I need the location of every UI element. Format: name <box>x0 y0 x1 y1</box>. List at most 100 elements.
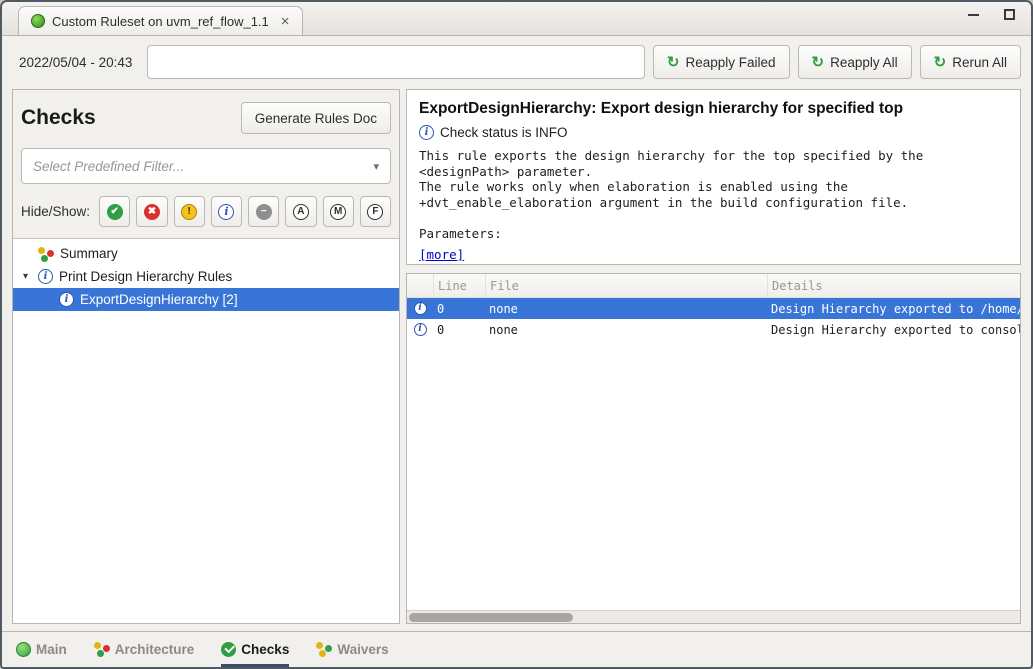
parameters-label: Parameters: <box>419 226 1008 241</box>
tab-architecture[interactable]: Architecture <box>94 632 195 667</box>
info-icon: i <box>59 292 74 307</box>
reapply-failed-button[interactable]: ↻ Reapply Failed <box>653 45 790 79</box>
hide-show-row: Hide/Show: ✔ ✖ ! i − A M F <box>13 196 399 238</box>
tree-item-exportdesignhierarchy[interactable]: i ExportDesignHierarchy [2] <box>13 288 399 311</box>
summary-icon <box>38 246 54 262</box>
check-status-row: i Check status is INFO <box>419 125 1008 140</box>
info-icon: i <box>38 269 53 284</box>
tab-label: Main <box>36 642 67 657</box>
filter-placeholder: Select Predefined Filter... <box>33 159 184 174</box>
rerun-icon: ↻ <box>934 55 947 70</box>
reapply-all-label: Reapply All <box>830 55 898 70</box>
tab-label: Waivers <box>337 642 388 657</box>
cell-details: Design Hierarchy exported to /home/a <box>767 302 1020 316</box>
window-title: Custom Ruleset on uvm_ref_flow_1.1 <box>52 14 269 29</box>
toggle-passed-button[interactable]: ✔ <box>99 196 130 227</box>
f-icon: F <box>367 204 383 220</box>
cell-file: none <box>485 302 767 316</box>
tree-item-label: Print Design Hierarchy Rules <box>59 269 232 284</box>
info-icon: i <box>218 204 234 220</box>
minimize-button[interactable] <box>963 5 983 25</box>
chevron-down-icon: ▾ <box>373 160 379 173</box>
results-table: Line File Details i 0 none Design Hierar… <box>406 273 1021 624</box>
table-row[interactable]: i 0 none Design Hierarchy exported to co… <box>407 319 1020 340</box>
cell-line: 0 <box>433 323 485 337</box>
check-description-text: This rule exports the design hierarchy f… <box>419 148 1008 211</box>
info-icon: i <box>419 125 434 140</box>
hide-show-label: Hide/Show: <box>21 204 90 219</box>
table-row[interactable]: i 0 none Design Hierarchy exported to /h… <box>407 298 1020 319</box>
main-area: Checks Generate Rules Doc Select Predefi… <box>2 86 1031 631</box>
checks-tab-icon <box>221 642 236 657</box>
checks-panel: Checks Generate Rules Doc Select Predefi… <box>12 89 400 624</box>
m-icon: M <box>330 204 346 220</box>
reapply-icon: ↻ <box>667 55 680 70</box>
failed-icon: ✖ <box>144 204 160 220</box>
tree-item-summary[interactable]: Summary <box>13 242 399 265</box>
maximize-icon <box>1004 9 1015 20</box>
checks-heading: Checks <box>21 106 96 130</box>
toggle-info-button[interactable]: i <box>211 196 242 227</box>
main-tab-icon <box>16 642 31 657</box>
tab-main[interactable]: Main <box>16 632 67 667</box>
window-controls <box>963 2 1019 35</box>
maximize-button[interactable] <box>999 5 1019 25</box>
toolbar-input[interactable] <box>147 45 645 79</box>
column-header-file[interactable]: File <box>485 274 767 297</box>
toggle-f-button[interactable]: F <box>360 196 391 227</box>
toggle-warning-button[interactable]: ! <box>174 196 205 227</box>
expander-icon[interactable]: ▾ <box>19 271 32 282</box>
column-header-line[interactable]: Line <box>433 274 485 297</box>
minimize-icon <box>968 14 979 16</box>
app-window: Custom Ruleset on uvm_ref_flow_1.1 × 202… <box>0 0 1033 669</box>
toggle-a-button[interactable]: A <box>285 196 316 227</box>
toggle-disabled-button[interactable]: − <box>248 196 279 227</box>
cell-details: Design Hierarchy exported to console <box>767 323 1020 337</box>
disabled-icon: − <box>256 204 272 220</box>
timestamp: 2022/05/04 - 20:43 <box>12 55 139 70</box>
table-header: Line File Details <box>407 274 1020 298</box>
generate-rules-doc-button[interactable]: Generate Rules Doc <box>241 102 391 134</box>
tab-label: Checks <box>241 642 289 657</box>
check-description-box: ExportDesignHierarchy: Export design hie… <box>406 89 1021 265</box>
predefined-filter-select[interactable]: Select Predefined Filter... ▾ <box>21 148 391 184</box>
info-icon: i <box>414 323 427 336</box>
a-icon: A <box>293 204 309 220</box>
tree-item-label: ExportDesignHierarchy [2] <box>80 292 238 307</box>
waivers-tab-icon <box>316 641 332 657</box>
column-header-details[interactable]: Details <box>767 274 1020 297</box>
reapply-failed-label: Reapply Failed <box>685 55 775 70</box>
tab-label: Architecture <box>115 642 195 657</box>
checks-tree: Summary ▾ i Print Design Hierarchy Rules… <box>13 238 399 623</box>
description-line: The rule works only when elaboration is … <box>419 179 1008 210</box>
titlebar: Custom Ruleset on uvm_ref_flow_1.1 × <box>2 2 1031 36</box>
ruleset-icon <box>31 14 45 28</box>
warning-icon: ! <box>181 204 197 220</box>
rerun-all-label: Rerun All <box>952 55 1007 70</box>
description-line: This rule exports the design hierarchy f… <box>419 148 1008 179</box>
detail-panel: ExportDesignHierarchy: Export design hie… <box>406 89 1021 624</box>
rerun-all-button[interactable]: ↻ Rerun All <box>920 45 1021 79</box>
more-link[interactable]: [more] <box>419 247 464 262</box>
reapply-icon: ↻ <box>812 55 825 70</box>
checks-panel-header: Checks Generate Rules Doc <box>13 90 399 148</box>
tree-item-label: Summary <box>60 246 118 261</box>
close-icon[interactable]: × <box>281 14 290 29</box>
cell-file: none <box>485 323 767 337</box>
window-tab[interactable]: Custom Ruleset on uvm_ref_flow_1.1 × <box>18 6 303 35</box>
info-icon: i <box>414 302 427 315</box>
toolbar: 2022/05/04 - 20:43 ↻ Reapply Failed ↻ Re… <box>2 36 1031 86</box>
reapply-all-button[interactable]: ↻ Reapply All <box>798 45 912 79</box>
architecture-tab-icon <box>94 641 110 657</box>
toggle-failed-button[interactable]: ✖ <box>136 196 167 227</box>
horizontal-scrollbar[interactable] <box>407 610 1020 623</box>
bottom-tab-bar: Main Architecture Checks Waivers <box>2 631 1031 667</box>
toggle-m-button[interactable]: M <box>323 196 354 227</box>
scrollbar-thumb[interactable] <box>409 613 573 622</box>
tree-item-print-design-hierarchy-rules[interactable]: ▾ i Print Design Hierarchy Rules <box>13 265 399 288</box>
cell-line: 0 <box>433 302 485 316</box>
check-status-text: Check status is INFO <box>440 125 568 140</box>
tab-waivers[interactable]: Waivers <box>316 632 388 667</box>
tab-checks[interactable]: Checks <box>221 632 289 667</box>
passed-icon: ✔ <box>107 204 123 220</box>
